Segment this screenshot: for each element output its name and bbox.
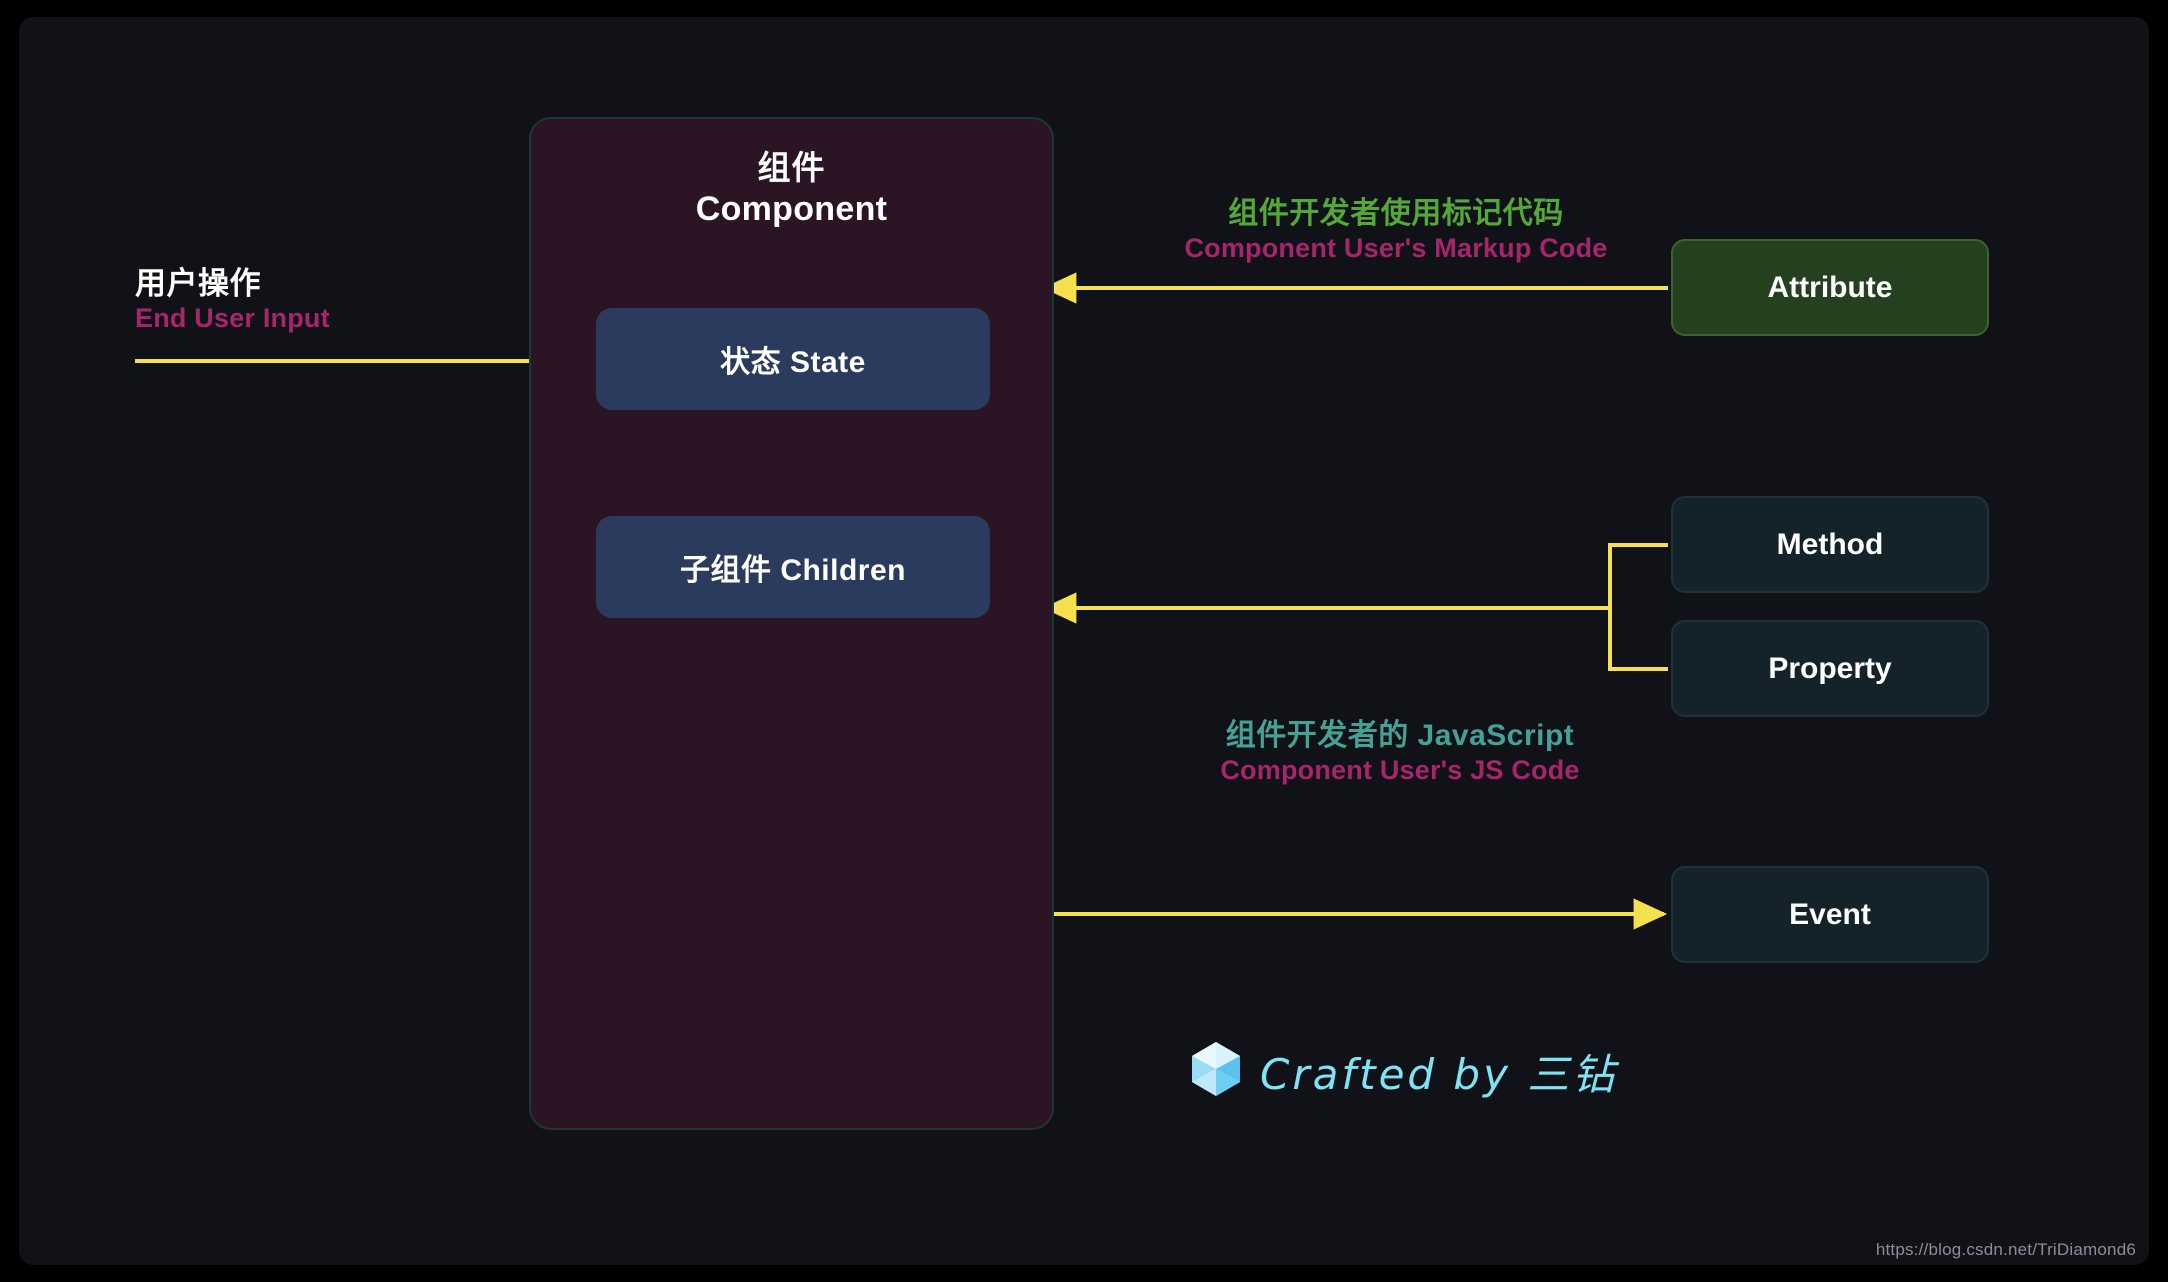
end-user-input-label: 用户操作 End User Input: [135, 265, 330, 335]
markup-code-label-cn: 组件开发者使用标记代码: [1228, 197, 1564, 230]
state-node-label: 状态 State: [720, 346, 866, 379]
children-node-label: 子组件 Children: [679, 554, 906, 587]
end-user-input-label-cn: 用户操作: [135, 266, 261, 301]
state-node[interactable]: 状态 State: [596, 308, 990, 410]
source-watermark: https://blog.csdn.net/TriDiamond6: [1875, 1240, 2136, 1259]
event-node-label: Event: [1789, 897, 1871, 931]
js-code-label-en: Component User's JS Code: [1220, 755, 1580, 785]
property-node-label: Property: [1768, 651, 1892, 685]
signature: Crafted by 三钻: [1190, 1040, 1617, 1103]
js-code-label-cn: 组件开发者的 JavaScript: [1225, 719, 1575, 752]
markup-code-label-en: Component User's Markup Code: [1184, 233, 1608, 263]
attribute-node[interactable]: Attribute: [1671, 239, 1989, 336]
method-node[interactable]: Method: [1671, 496, 1989, 593]
end-user-input-label-en: End User Input: [135, 303, 330, 334]
children-node[interactable]: 子组件 Children: [596, 516, 990, 618]
event-node[interactable]: Event: [1671, 866, 1989, 963]
component-title-cn: 组件: [757, 149, 826, 186]
attribute-node-label: Attribute: [1767, 270, 1893, 304]
method-node-label: Method: [1776, 527, 1884, 561]
diagram-stage: 组件 Component 状态 State 子组件 Children Attri…: [0, 0, 2168, 1282]
js-code-label: 组件开发者的 JavaScript Component User's JS Co…: [1160, 718, 1640, 786]
component-container: 组件 Component: [529, 117, 1054, 1130]
property-node[interactable]: Property: [1671, 620, 1989, 717]
diamond-cube-icon: [1190, 1040, 1242, 1103]
markup-code-label: 组件开发者使用标记代码 Component User's Markup Code: [1135, 196, 1657, 264]
signature-text: Crafted by 三钻: [1260, 1050, 1618, 1099]
component-title-en: Component: [695, 190, 888, 229]
